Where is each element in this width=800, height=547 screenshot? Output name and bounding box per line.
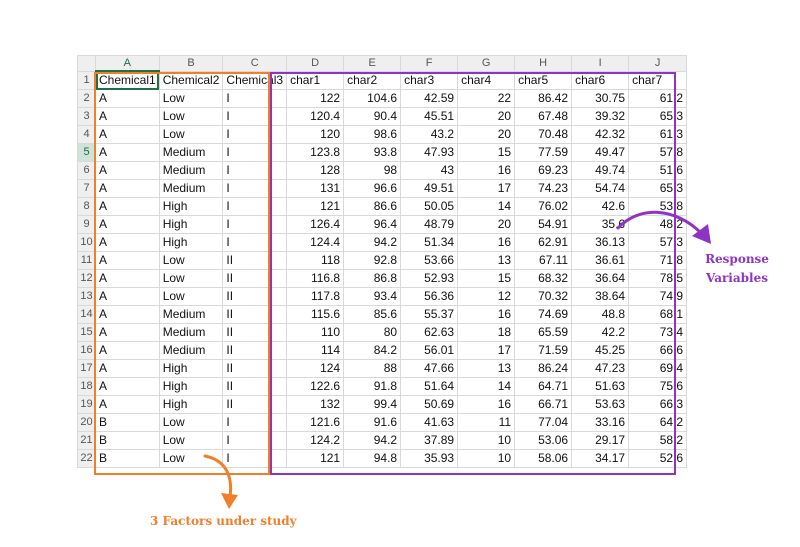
response-label-line2: Variables bbox=[706, 271, 768, 285]
factors-label: 3 Factors under study bbox=[150, 514, 297, 528]
annotation-arrows bbox=[203, 210, 711, 509]
response-label-line1: Response bbox=[705, 252, 769, 266]
response-arrow bbox=[616, 210, 711, 244]
response-variables-label: Response Variables bbox=[697, 250, 777, 288]
factors-arrow bbox=[203, 454, 238, 509]
